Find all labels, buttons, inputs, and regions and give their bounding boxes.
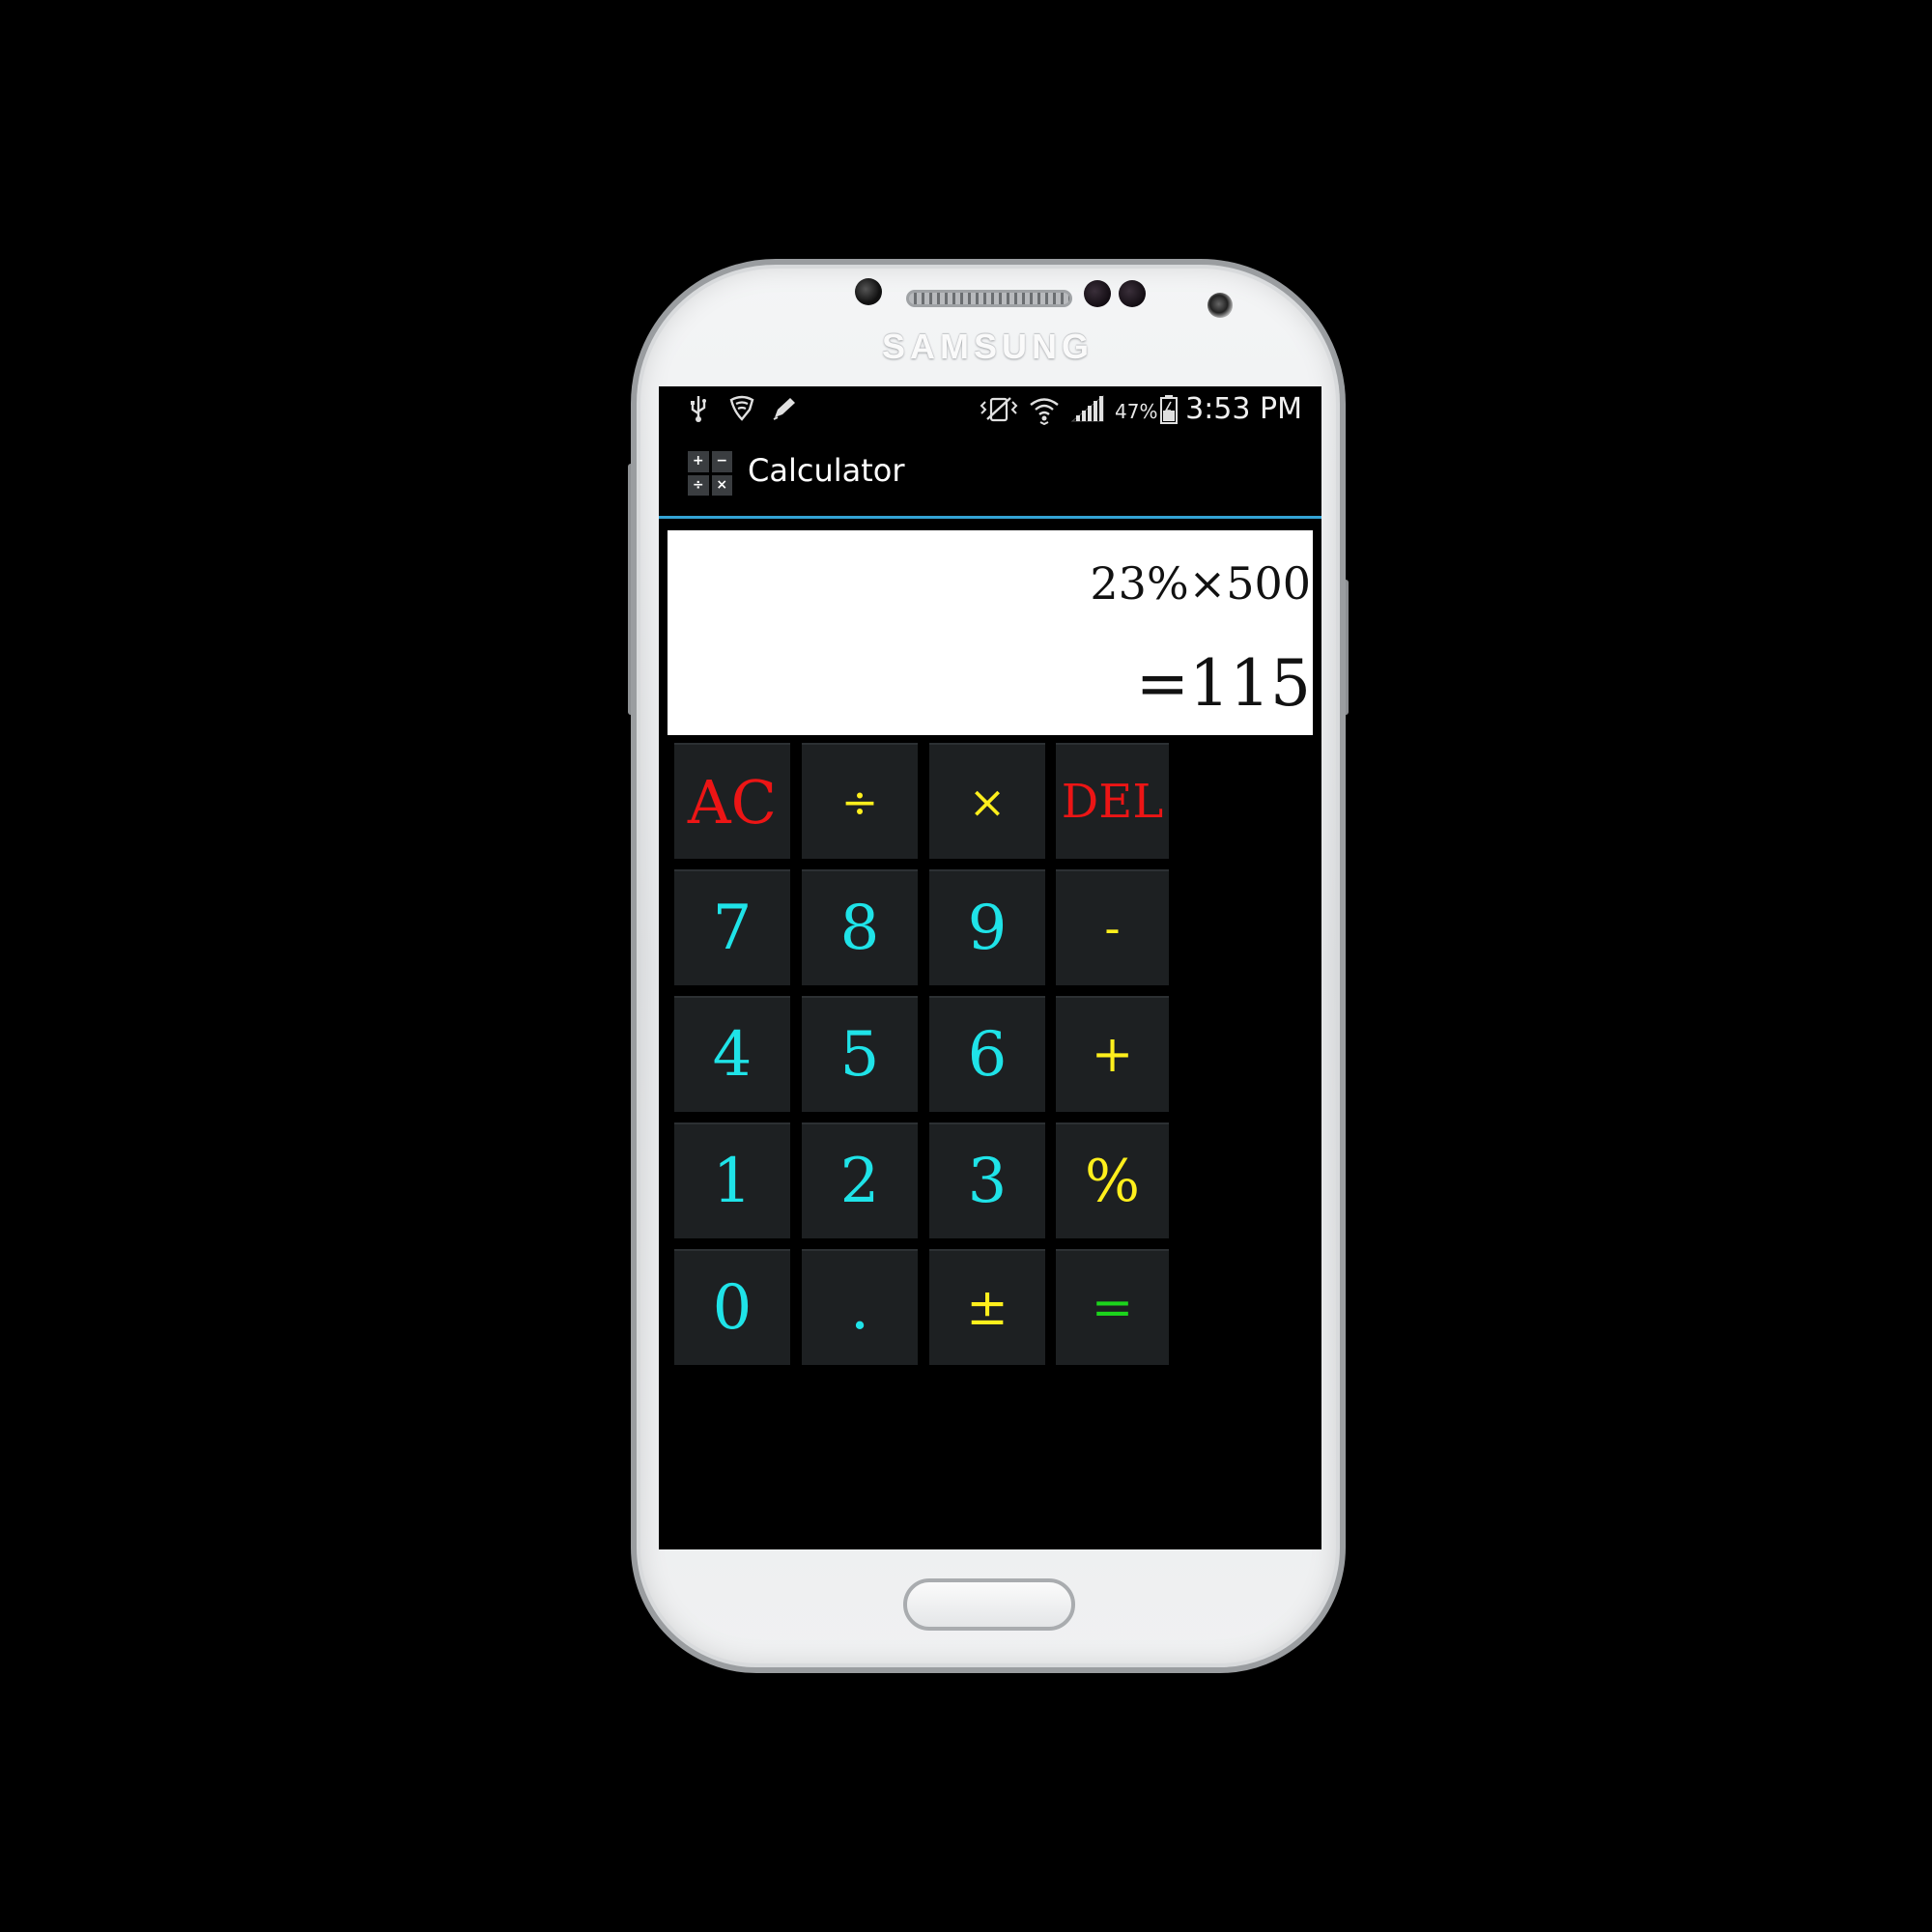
shield-icon — [728, 394, 755, 431]
key-2[interactable]: 2 — [802, 1122, 918, 1238]
keypad: AC ÷ × DEL 7 8 9- 4 5 6 +1 2 3% 0. ± = — [674, 743, 1306, 1535]
calculator-display: 23%×500 =115 — [668, 530, 1313, 735]
status-bar: 47% 3:53 PM — [659, 386, 1321, 434]
ir-sensor — [1119, 280, 1146, 307]
front-camera — [1208, 293, 1233, 318]
key-decimal[interactable]: . — [802, 1249, 918, 1365]
multiply-icon: × — [711, 474, 732, 496]
key-multiply[interactable]: × — [929, 743, 1045, 859]
key-plus-minus[interactable]: ± — [929, 1249, 1045, 1365]
key-7[interactable]: 7 — [674, 869, 790, 985]
key-equals[interactable]: = — [1056, 1249, 1169, 1365]
pencil-icon — [769, 394, 798, 431]
clock: 3:53 PM — [1185, 392, 1302, 426]
calculator-app-icon: + − ÷ × — [688, 451, 732, 496]
signal-icon — [1070, 394, 1105, 431]
proximity-sensor — [855, 278, 882, 305]
plus-icon: + — [688, 451, 709, 472]
expression-text: 23%×500 — [1090, 557, 1311, 610]
screen: 47% 3:53 PM + − ÷ × Calculator 23%×500 =… — [659, 386, 1321, 1549]
battery-icon — [1159, 394, 1179, 433]
key-divide[interactable]: ÷ — [802, 743, 918, 859]
key-del[interactable]: DEL — [1056, 743, 1169, 859]
usb-icon — [688, 394, 709, 431]
divide-icon: ÷ — [688, 474, 709, 496]
key-1[interactable]: 1 — [674, 1122, 790, 1238]
key-4[interactable]: 4 — [674, 996, 790, 1112]
key-percent[interactable]: % — [1056, 1122, 1169, 1238]
result-text: =115 — [1135, 646, 1311, 721]
key-ac[interactable]: AC — [674, 743, 790, 859]
key-6[interactable]: 6 — [929, 996, 1045, 1112]
key-9[interactable]: 9 — [929, 869, 1045, 985]
brand-logo: SAMSUNG — [881, 327, 1094, 366]
key-5[interactable]: 5 — [802, 996, 918, 1112]
key-0[interactable]: 0 — [674, 1249, 790, 1365]
home-button[interactable] — [903, 1578, 1075, 1631]
wifi-icon — [1028, 394, 1061, 433]
minus-icon: − — [711, 451, 732, 472]
app-title: Calculator — [748, 452, 905, 489]
battery-percent: 47% — [1115, 400, 1158, 423]
key-3[interactable]: 3 — [929, 1122, 1045, 1238]
key-8[interactable]: 8 — [802, 869, 918, 985]
light-sensor — [1084, 280, 1111, 307]
vibrate-icon — [978, 394, 1020, 431]
key-minus[interactable]: - — [1056, 869, 1169, 985]
earpiece-speaker — [906, 290, 1072, 307]
action-bar: + − ÷ × Calculator — [659, 433, 1321, 519]
key-plus[interactable]: + — [1056, 996, 1169, 1112]
